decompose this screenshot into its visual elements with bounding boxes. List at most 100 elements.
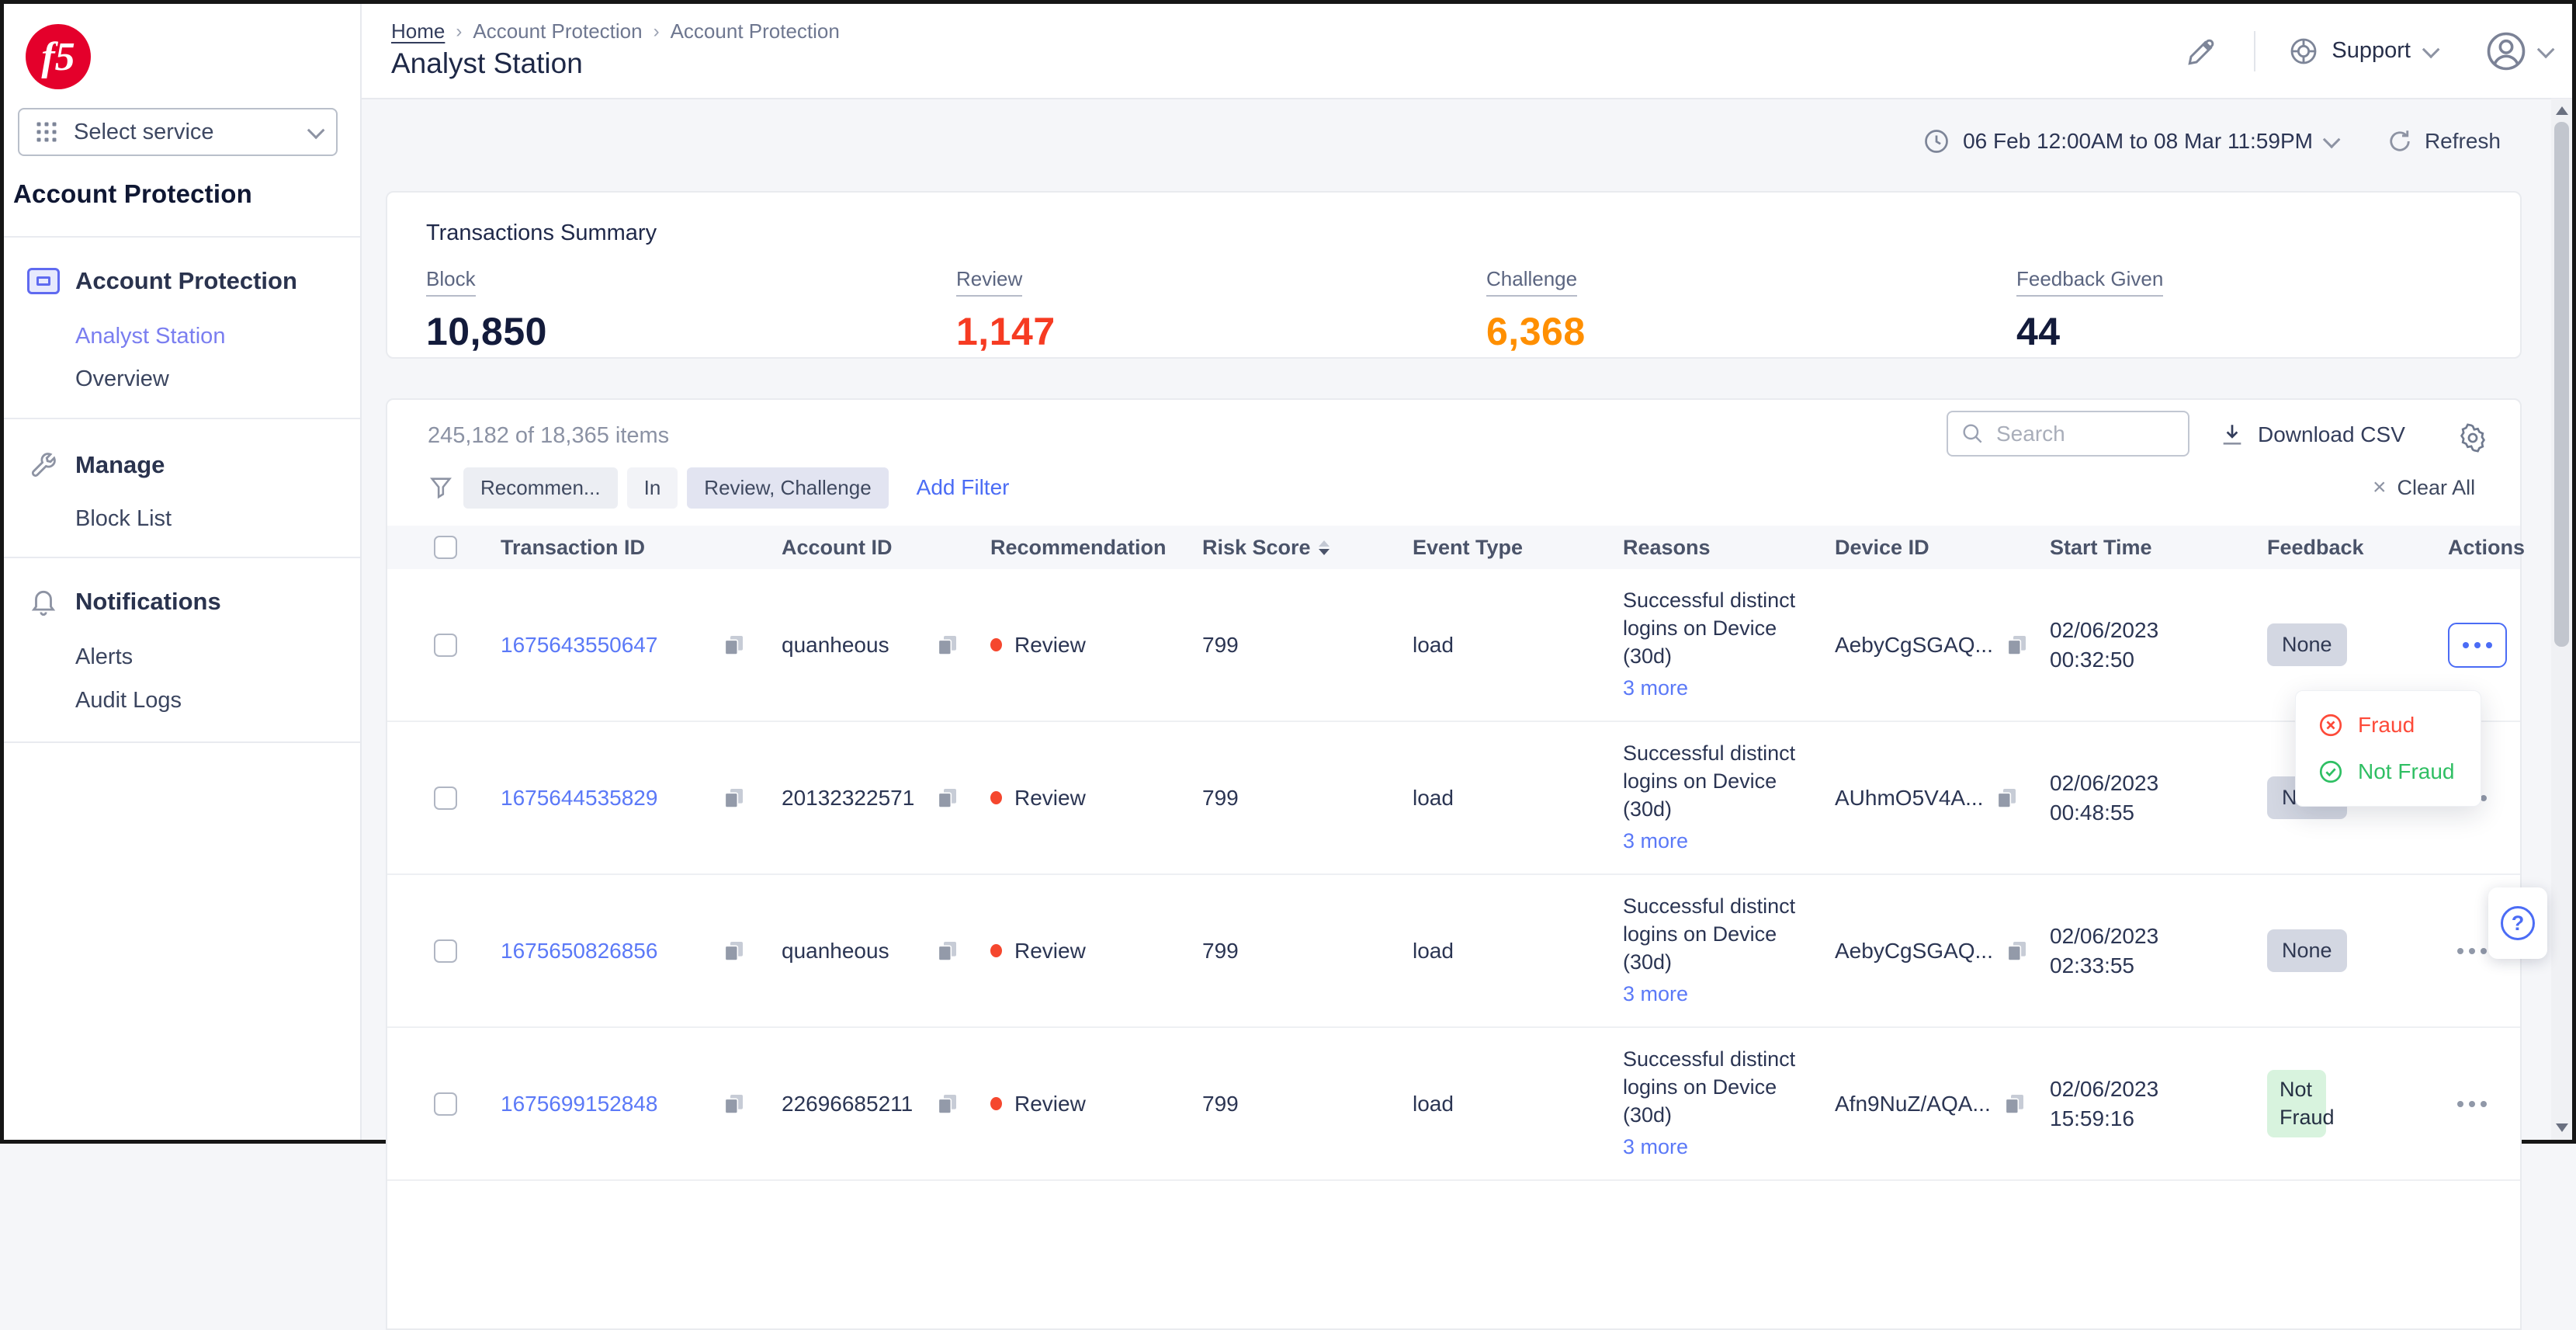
user-menu[interactable] [2485,30,2550,72]
transaction-id-link[interactable]: 1675699152848 [501,1092,657,1116]
device-id: AebyCgSGAQ... [1835,633,1993,658]
add-filter-button[interactable]: Add Filter [917,475,1010,500]
risk-score: 799 [1202,786,1413,811]
bell-icon [27,587,60,616]
copy-icon[interactable] [934,633,959,658]
row-checkbox[interactable] [434,634,457,657]
stat-review: Review 1,147 [956,267,1486,354]
search-input[interactable] [1996,422,2167,446]
sidebar-item-notifications[interactable]: Notifications [4,583,360,620]
top-bar: Home › Account Protection › Account Prot… [362,4,2572,99]
account-protection-icon [27,268,60,294]
sidebar: f5 Select service Account Protection Acc… [4,4,362,1140]
sidebar-section-title: Account Protection [13,179,252,209]
help-button[interactable]: ? [2488,887,2547,959]
col-risk-score[interactable]: Risk Score [1202,536,1413,560]
app-window: { "brand": { "logo_text": "f5" }, "sideb… [0,0,2576,1144]
filter-value-chip[interactable]: Review, Challenge [687,467,888,509]
stat-label-feedback-given[interactable]: Feedback Given [2016,267,2163,297]
risk-score: 799 [1202,939,1413,964]
col-reasons: Reasons [1623,536,1835,560]
reason-text: Successful distinct logins on Device (30… [1623,589,1795,667]
scroll-up-arrow[interactable] [2556,106,2568,115]
date-range-selector[interactable]: 06 Feb 12:00AM to 08 Mar 11:59PM [1963,129,2313,154]
row-checkbox[interactable] [434,939,457,963]
sidebar-item-audit-logs[interactable]: Audit Logs [75,688,182,714]
start-date: 02/06/2023 [2050,771,2158,795]
copy-icon[interactable] [2004,633,2029,658]
copy-icon[interactable] [934,1092,959,1116]
scrollbar-thumb[interactable] [2554,122,2569,647]
row-checkbox[interactable] [434,1092,457,1116]
reason-text: Successful distinct logins on Device (30… [1623,741,1795,820]
filter-operator-chip[interactable]: In [627,467,678,509]
copy-icon[interactable] [2002,1092,2026,1116]
breadcrumb-home[interactable]: Home [391,19,445,43]
sidebar-item-account-protection[interactable]: Account Protection [4,262,360,300]
col-device-id: Device ID [1835,536,2050,560]
chevron-down-icon[interactable] [2323,131,2341,149]
scrollbar[interactable] [2551,99,2572,1140]
clear-all-button[interactable]: × Clear All [2373,474,2475,501]
menu-item-not-fraud[interactable]: Not Fraud [2318,759,2481,785]
menu-item-fraud[interactable]: Fraud [2318,712,2481,738]
account-id: 20132322571 [782,786,914,811]
recommendation-dot [990,638,1002,651]
refresh-button[interactable]: Refresh [2386,127,2501,155]
transaction-id-link[interactable]: 1675643550647 [501,633,657,658]
recommendation: Review [1014,1092,1086,1116]
copy-icon[interactable] [721,1092,746,1116]
stat-value-block: 10,850 [426,309,956,354]
avatar [2485,30,2527,72]
sidebar-item-block-list[interactable]: Block List [75,506,172,532]
copy-icon[interactable] [721,633,746,658]
divider [2254,31,2255,71]
row-checkbox[interactable] [434,787,457,810]
more-reasons-link[interactable]: 3 more [1623,1134,1688,1162]
copy-icon[interactable] [721,939,746,964]
copy-icon[interactable] [934,939,959,964]
transaction-id-link[interactable]: 1675650826856 [501,939,657,964]
stat-feedback-given: Feedback Given 44 [2016,267,2547,354]
items-count: 245,182 of 18,365 items [428,423,669,449]
more-reasons-link[interactable]: 3 more [1623,981,1688,1009]
copy-icon[interactable] [721,786,746,811]
row-actions-button[interactable] [2457,948,2487,954]
stat-block: Block 10,850 [426,267,956,354]
transaction-id-link[interactable]: 1675644535829 [501,786,657,811]
sidebar-item-manage[interactable]: Manage [4,446,360,484]
support-menu[interactable]: Support [2288,36,2436,67]
copy-icon[interactable] [2004,939,2029,964]
table-settings-button[interactable] [2458,423,2488,453]
sidebar-item-alerts[interactable]: Alerts [75,644,133,670]
row-actions-button[interactable] [2457,1101,2487,1107]
table-row: 1675650826856 quanheous Review [387,875,2520,1028]
scroll-down-arrow[interactable] [2556,1123,2568,1132]
sidebar-item-overview[interactable]: Overview [75,366,169,392]
copy-icon[interactable] [934,786,959,811]
stat-label-block[interactable]: Block [426,267,476,297]
select-all-checkbox[interactable] [434,536,457,559]
more-reasons-link[interactable]: 3 more [1623,828,1688,856]
support-label: Support [2332,38,2411,64]
row-actions-button[interactable] [2448,623,2507,668]
breadcrumb-item[interactable]: Account Protection [473,19,642,43]
sidebar-item-analyst-station[interactable]: Analyst Station [75,324,225,349]
more-reasons-link[interactable]: 3 more [1623,675,1688,703]
feedback-badge: None [2267,929,2347,972]
clear-all-label: Clear All [2397,476,2476,500]
sort-icon[interactable] [1319,540,1330,555]
device-id: Afn9NuZ/AQA... [1835,1092,1991,1116]
breadcrumb-separator: › [654,21,660,43]
copy-icon[interactable] [1994,786,2019,811]
summary-title: Transactions Summary [426,221,657,246]
stat-label-challenge[interactable]: Challenge [1486,267,1577,297]
pencil-icon[interactable] [2186,35,2218,68]
stat-value-feedback-given: 44 [2016,309,2547,354]
stat-label-review[interactable]: Review [956,267,1022,297]
service-selector[interactable]: Select service [18,108,338,156]
download-csv-button[interactable]: Download CSV [2219,422,2405,448]
filter-field-chip[interactable]: Recommen... [463,467,618,509]
sidebar-group-label: Manage [75,451,165,479]
recommendation: Review [1014,633,1086,658]
